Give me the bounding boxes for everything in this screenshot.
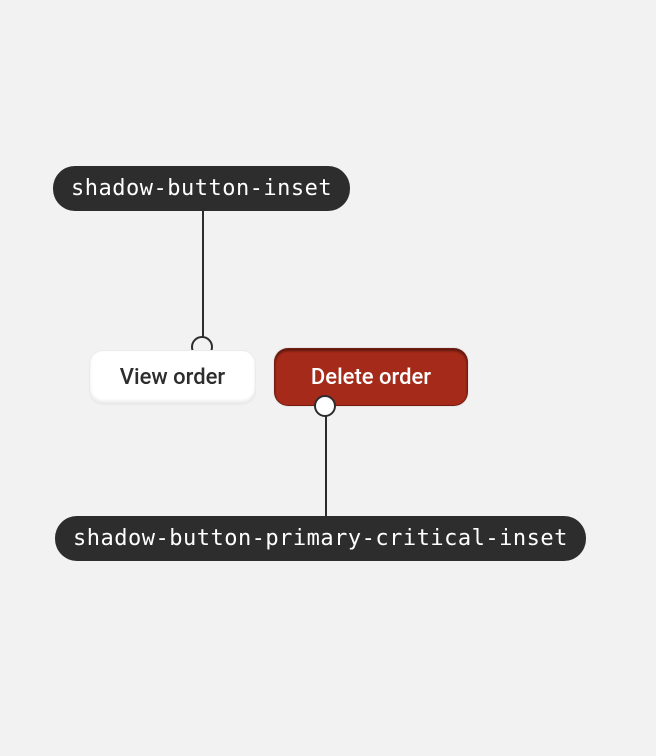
delete-order-button[interactable]: Delete order	[274, 348, 468, 406]
connector-line-bottom	[325, 416, 327, 516]
view-order-button[interactable]: View order	[89, 350, 256, 404]
token-label-top: shadow-button-inset	[53, 166, 350, 211]
view-order-button-label: View order	[120, 365, 225, 390]
connector-line-top	[202, 210, 204, 350]
connector-dot-bottom	[314, 395, 336, 417]
token-label-bottom: shadow-button-primary-critical-inset	[55, 516, 586, 561]
delete-order-button-label: Delete order	[311, 365, 431, 390]
